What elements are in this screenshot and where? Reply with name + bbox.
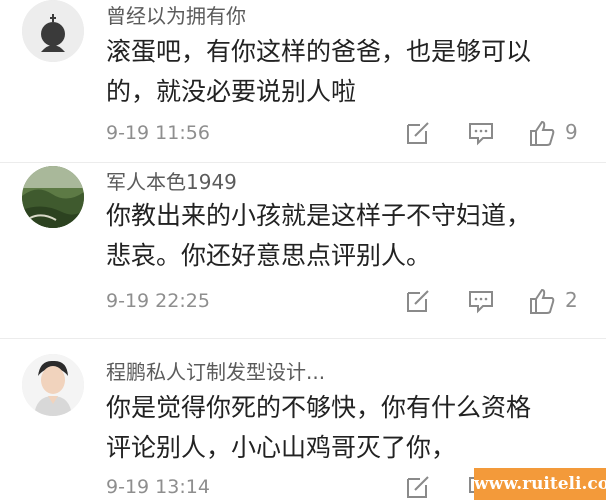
comment-item: 曾经以为拥有你 滚蛋吧，有你这样的爸爸，也是够可以 的，就没必要说别人啦 9-1… bbox=[0, 0, 606, 150]
thumbs-up-icon bbox=[530, 120, 555, 146]
comment-text-line: 滚蛋吧，有你这样的爸爸，也是够可以 bbox=[106, 37, 532, 66]
comment-text: 你是觉得你死的不够快，你有什么资格 评论别人，小心山鸡哥灭了你， bbox=[106, 388, 576, 468]
username[interactable]: 军人本色1949 bbox=[106, 166, 237, 195]
like-count: 2 bbox=[565, 288, 578, 312]
thumbs-up-icon bbox=[530, 288, 555, 314]
edit-icon bbox=[407, 476, 429, 498]
comment-text: 滚蛋吧，有你这样的爸爸，也是够可以 的，就没必要说别人啦 bbox=[106, 32, 576, 112]
like-count: 9 bbox=[565, 120, 578, 144]
divider bbox=[0, 162, 606, 163]
avatar[interactable] bbox=[22, 354, 84, 416]
watermark: www.ruiteli.com bbox=[474, 468, 606, 500]
comment-text-line: 的，就没必要说别人啦 bbox=[106, 77, 357, 106]
comment-text-line: 评论别人，小心山鸡哥灭了你， bbox=[106, 433, 457, 462]
edit-icon bbox=[407, 290, 429, 312]
comment-item: 军人本色1949 你教出来的小孩就是这样子不守妇道， 悲哀。你还好意思点评别人。… bbox=[0, 166, 606, 316]
landscape-avatar-icon bbox=[22, 166, 84, 228]
like-button[interactable] bbox=[527, 118, 557, 148]
avatar[interactable] bbox=[22, 166, 84, 228]
divider bbox=[0, 338, 606, 339]
edit-button[interactable] bbox=[403, 286, 433, 316]
edit-button[interactable] bbox=[403, 472, 433, 502]
portrait-avatar-icon bbox=[22, 354, 84, 416]
comment-icon bbox=[469, 291, 493, 314]
comment-text-line: 你教出来的小孩就是这样子不守妇道， bbox=[106, 201, 532, 230]
comment-icon bbox=[469, 123, 493, 146]
action-bar: 2 bbox=[0, 286, 606, 316]
avatar[interactable] bbox=[22, 0, 84, 62]
reply-button[interactable] bbox=[466, 118, 496, 148]
comment-text-line: 你是觉得你死的不够快，你有什么资格 bbox=[106, 393, 532, 422]
edit-icon bbox=[407, 122, 429, 144]
action-bar: 9 bbox=[0, 118, 606, 148]
comment-text-line: 悲哀。你还好意思点评别人。 bbox=[106, 241, 432, 270]
username[interactable]: 程鹏私人订制发型设计... bbox=[106, 356, 325, 385]
comment-text: 你教出来的小孩就是这样子不守妇道， 悲哀。你还好意思点评别人。 bbox=[106, 196, 576, 276]
edit-button[interactable] bbox=[403, 118, 433, 148]
silhouette-avatar-icon bbox=[22, 0, 84, 62]
like-button[interactable] bbox=[527, 286, 557, 316]
reply-button[interactable] bbox=[466, 286, 496, 316]
username[interactable]: 曾经以为拥有你 bbox=[106, 0, 246, 29]
